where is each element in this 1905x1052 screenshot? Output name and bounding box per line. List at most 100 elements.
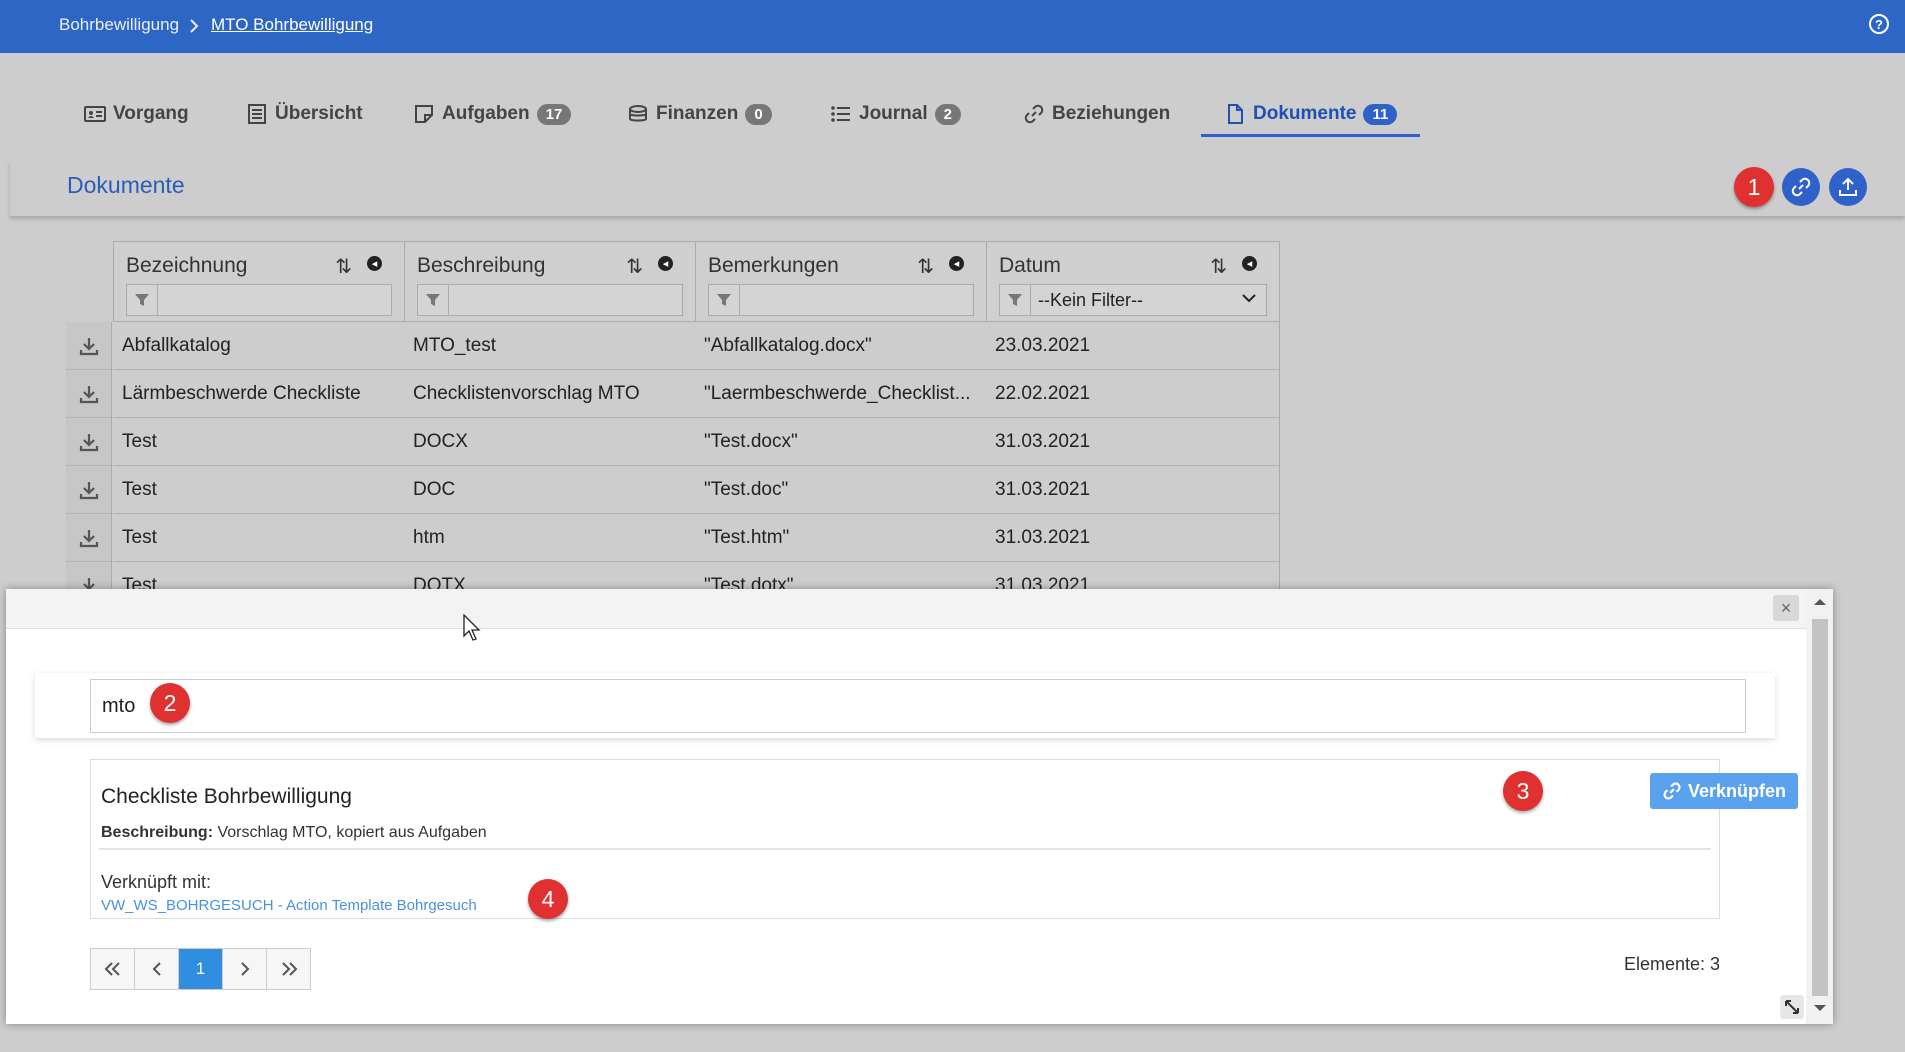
sort-icon[interactable]: ⇅ (1210, 254, 1227, 279)
next-page-button[interactable] (223, 949, 267, 989)
table-cell: "Abfallkatalog.docx" (695, 322, 987, 370)
scroll-down-icon[interactable] (1813, 1003, 1827, 1013)
breadcrumb-root[interactable]: Bohrbewilligung (59, 15, 179, 35)
mouse-cursor-icon (463, 614, 481, 641)
first-page-button[interactable] (91, 949, 135, 989)
table-cell: 31.03.2021 (986, 466, 1280, 514)
last-page-button[interactable] (267, 949, 310, 989)
download-icon[interactable] (66, 466, 112, 514)
tab-label: Aufgaben (442, 103, 530, 124)
collapse-icon[interactable]: ◂ (658, 256, 673, 271)
help-icon[interactable]: ? (1869, 14, 1889, 34)
page-title: Dokumente (67, 172, 185, 198)
filter-input[interactable] (708, 284, 974, 316)
table-row[interactable]: Test DOC "Test.doc" 31.03.2021 (66, 466, 1280, 514)
column-header-beschreibung[interactable]: Beschreibung ⇅ ◂ (404, 241, 696, 322)
filter-input[interactable] (417, 284, 683, 316)
pagination: 1 (90, 948, 311, 990)
column-title: Bezeichnung (126, 254, 248, 277)
upload-icon (1839, 177, 1857, 196)
close-icon[interactable]: × (1773, 595, 1799, 621)
result-description: Beschreibung: Vorschlag MTO, kopiert aus… (101, 824, 487, 841)
column-title: Beschreibung (417, 254, 546, 277)
document-icon (1228, 104, 1243, 124)
tab-journal[interactable]: Journal 2 (830, 100, 961, 128)
collapse-icon[interactable]: ◂ (367, 256, 382, 271)
tab-badge: 11 (1363, 103, 1398, 125)
download-icon[interactable] (66, 322, 112, 370)
table-cell: Test (113, 466, 405, 514)
prev-page-button[interactable] (135, 949, 179, 989)
tab-badge: 0 (745, 103, 772, 125)
task-icon (415, 105, 433, 123)
tab-beziehungen[interactable]: Beziehungen (1023, 100, 1170, 128)
filter-input[interactable] (126, 284, 392, 316)
tab-aufgaben[interactable]: Aufgaben 17 (413, 100, 572, 128)
download-icon[interactable] (66, 514, 112, 562)
chevron-right-icon (240, 962, 249, 976)
column-title: Bemerkungen (708, 254, 839, 277)
column-header-datum[interactable]: Datum ⇅ ◂ --Kein Filter-- (986, 241, 1280, 322)
link-document-button[interactable] (1782, 168, 1820, 206)
tab-finanzen[interactable]: Finanzen 0 (627, 100, 772, 128)
table-cell: Test (113, 418, 405, 466)
tab-vorgang[interactable]: Vorgang (84, 100, 189, 128)
collapse-icon[interactable]: ◂ (1242, 256, 1257, 271)
chevron-down-icon (1242, 294, 1256, 303)
download-icon[interactable] (66, 418, 112, 466)
table-cell: Checklistenvorschlag MTO (404, 370, 696, 418)
resize-icon[interactable] (1780, 995, 1804, 1019)
tab-label: Dokumente (1253, 103, 1357, 124)
table-row[interactable]: Abfallkatalog MTO_test "Abfallkatalog.docx… (66, 322, 1280, 370)
filter-icon (1000, 285, 1031, 315)
table-cell: htm (404, 514, 696, 562)
search-input[interactable] (90, 679, 1746, 733)
sort-icon[interactable]: ⇅ (335, 254, 352, 279)
link-icon (1791, 177, 1811, 197)
marker-2: 2 (150, 683, 190, 723)
marker-4: 4 (528, 879, 568, 919)
sort-icon[interactable]: ⇅ (917, 254, 934, 279)
filter-icon (418, 285, 449, 315)
linked-item-link[interactable]: VW_WS_BOHRGESUCH - Action Template Bohrg… (101, 897, 477, 914)
tab-label: Beziehungen (1052, 103, 1171, 124)
table-row[interactable]: Test DOCX "Test.docx" 31.03.2021 (66, 418, 1280, 466)
scrollbar-thumb[interactable] (1812, 619, 1828, 996)
list-document-icon (248, 104, 266, 124)
link-icon (1024, 104, 1044, 124)
collapse-icon[interactable]: ◂ (949, 256, 964, 271)
table-row[interactable]: Lärmbeschwerde Checkliste Checklistenvors… (66, 370, 1280, 418)
date-filter-value: --Kein Filter-- (1038, 290, 1144, 310)
breadcrumb-current[interactable]: MTO Bohrbewilligung (211, 15, 373, 35)
table-row[interactable]: Test htm "Test.htm" 31.03.2021 (66, 514, 1280, 562)
column-header-bemerkungen[interactable]: Bemerkungen ⇅ ◂ (695, 241, 987, 322)
tab-uebersicht[interactable]: Übersicht (246, 100, 363, 128)
column-header-bezeichnung[interactable]: Bezeichnung ⇅ ◂ (113, 241, 405, 322)
table-cell: MTO_test (404, 322, 696, 370)
date-filter-select[interactable]: --Kein Filter-- (999, 284, 1267, 316)
chevron-left-icon (152, 962, 161, 976)
download-icon[interactable] (66, 370, 112, 418)
tab-label: Vorgang (113, 103, 189, 124)
page-button-current[interactable]: 1 (179, 949, 223, 989)
column-title: Datum (999, 254, 1061, 277)
scroll-up-icon[interactable] (1813, 597, 1827, 607)
table-cell: 31.03.2021 (986, 418, 1280, 466)
tab-dokumente[interactable]: Dokumente 11 (1224, 100, 1398, 128)
upload-button[interactable] (1829, 168, 1867, 206)
marker-3: 3 (1503, 771, 1543, 811)
id-card-icon (84, 106, 106, 122)
tab-label: Finanzen (656, 103, 739, 124)
table-cell: 22.02.2021 (986, 370, 1280, 418)
dialog-header: × (6, 589, 1806, 629)
verknuepfen-button[interactable]: Verknüpfen (1650, 773, 1798, 809)
list-icon (831, 106, 850, 122)
linked-label: Verknüpft mit: (101, 872, 212, 892)
sort-icon[interactable]: ⇅ (626, 254, 643, 279)
tab-badge: 17 (536, 103, 572, 125)
coins-icon (629, 105, 647, 122)
table-cell: "Laermbeschwerde_Checklist... (695, 370, 987, 418)
dialog-scrollbar[interactable] (1806, 589, 1833, 1024)
result-title: Checkliste Bohrbewilligung (101, 785, 352, 808)
tab-label: Übersicht (275, 103, 363, 124)
